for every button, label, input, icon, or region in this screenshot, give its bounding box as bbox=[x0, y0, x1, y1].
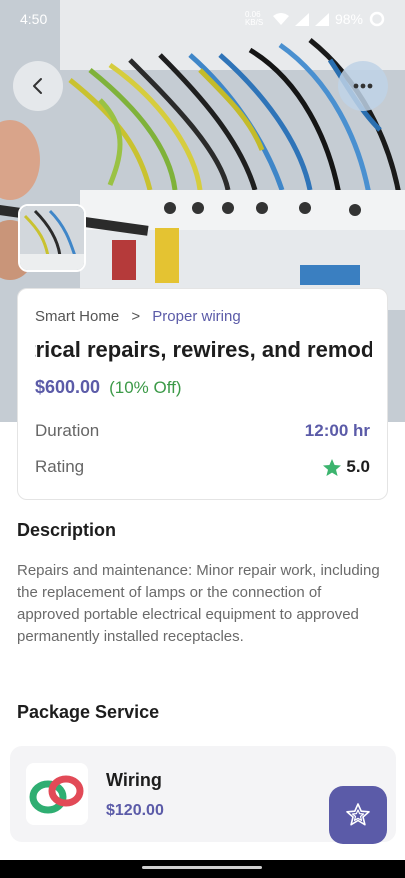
wifi-icon bbox=[272, 12, 289, 25]
battery-percent: 98% bbox=[334, 11, 363, 27]
package-heading: Package Service bbox=[17, 702, 160, 722]
signal-icon-2 bbox=[314, 12, 329, 26]
more-button[interactable] bbox=[338, 61, 388, 111]
system-nav-bar bbox=[0, 860, 405, 878]
price-line: $600.00 (10% Off) bbox=[35, 377, 182, 398]
description-text: Repairs and maintenance: Minor repair wo… bbox=[17, 562, 380, 645]
status-icons: 0.06 KB/S 98% bbox=[245, 11, 385, 27]
star-icon bbox=[323, 458, 342, 476]
duration-row: Duration 12:00 hr bbox=[35, 421, 370, 441]
service-info-card: Smart Home > Proper wiring Electrical re… bbox=[17, 288, 388, 500]
package-price: $120.00 bbox=[106, 802, 164, 819]
rating-value: 5.0 bbox=[346, 457, 370, 476]
network-speed: 0.06 KB/S bbox=[244, 10, 264, 27]
back-button[interactable] bbox=[13, 61, 63, 111]
star-outline-icon bbox=[346, 803, 370, 826]
home-gesture-pill[interactable] bbox=[142, 866, 262, 869]
package-image bbox=[26, 763, 88, 825]
service-title-text: Electrical repairs, rewires, and remodel… bbox=[35, 337, 372, 362]
duration-value: 12:00 hr bbox=[304, 421, 370, 440]
price: $600.00 bbox=[35, 377, 101, 397]
rating-row: Rating 5.0 bbox=[35, 457, 370, 477]
wire-coil-image bbox=[29, 775, 84, 814]
package-name: Wiring bbox=[106, 770, 162, 790]
battery-ring-icon bbox=[369, 11, 385, 27]
signal-icon bbox=[294, 12, 309, 26]
chevron-left-icon bbox=[33, 78, 42, 94]
description-heading: Description bbox=[17, 520, 117, 540]
service-title: Electrical repairs, rewires, and remodel… bbox=[35, 337, 372, 363]
thumbnail-image bbox=[20, 206, 84, 270]
breadcrumb-separator: > bbox=[131, 308, 141, 325]
breadcrumb: Smart Home > Proper wiring bbox=[35, 308, 241, 325]
more-horizontal-icon bbox=[353, 83, 373, 89]
rating-label: Rating bbox=[35, 457, 85, 476]
duration-label: Duration bbox=[35, 421, 100, 440]
status-bar: 4:50 0.06 KB/S 98% bbox=[0, 0, 405, 38]
gallery-thumbnail[interactable] bbox=[18, 204, 86, 272]
status-time: 4:50 bbox=[20, 11, 48, 27]
favorite-fab-button[interactable] bbox=[329, 786, 387, 844]
breadcrumb-parent[interactable]: Smart Home bbox=[35, 308, 119, 325]
breadcrumb-current[interactable]: Proper wiring bbox=[152, 308, 240, 325]
discount: (10% Off) bbox=[109, 378, 182, 397]
rating-group: 5.0 bbox=[322, 457, 370, 477]
